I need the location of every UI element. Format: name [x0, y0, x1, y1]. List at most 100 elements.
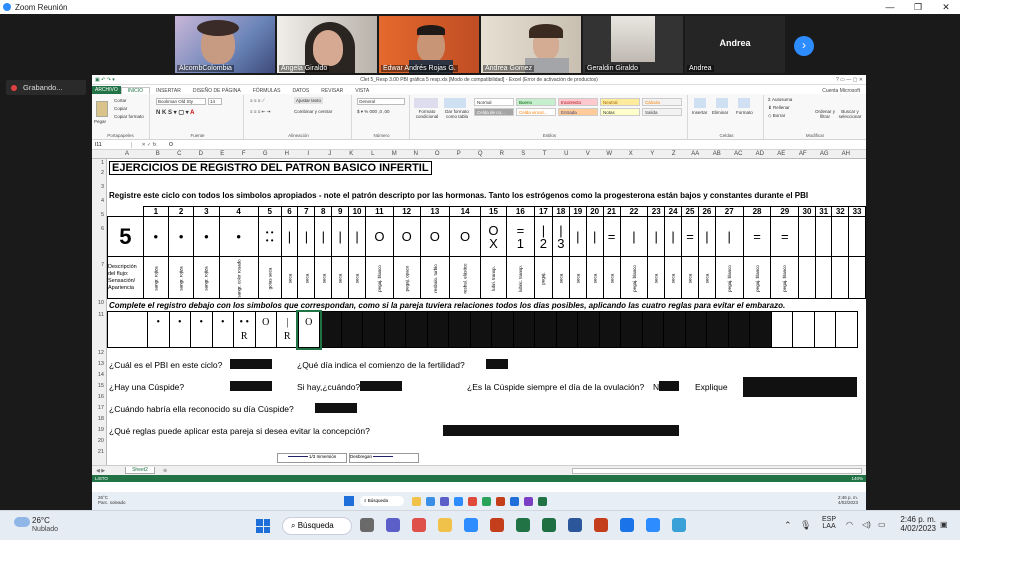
symbol-cell[interactable]: •: [193, 216, 220, 257]
answer-cell[interactable]: [512, 311, 535, 348]
symbol-cell[interactable]: •: [142, 216, 169, 257]
symbol-cell[interactable]: | 2: [533, 216, 553, 257]
description-cell[interactable]: sangr. rojiza: [167, 256, 195, 299]
day-number[interactable]: 28: [742, 206, 772, 217]
description-cell[interactable]: lubri. transp.: [480, 256, 507, 299]
description-cell[interactable]: gotas seca: [257, 256, 282, 299]
autosum-button[interactable]: Σ Autosuma: [768, 97, 792, 102]
symbol-cell[interactable]: =: [742, 216, 772, 257]
answer-cell[interactable]: [448, 311, 471, 348]
question-peak-ovulation[interactable]: ¿Es la Cúspide siempre el día de la ovul…: [467, 382, 644, 392]
column-header[interactable]: AF: [792, 151, 814, 157]
app-icon[interactable]: [490, 518, 504, 532]
answer-cell[interactable]: • • R: [233, 311, 256, 348]
symbol-cell[interactable]: [814, 216, 833, 257]
style-linked[interactable]: Celda vincul...: [516, 108, 556, 116]
answer-cell[interactable]: O: [254, 311, 277, 348]
participant-tile[interactable]: Edwar Andrés Rojas G.: [379, 16, 479, 73]
weather-temp[interactable]: 26°C: [32, 516, 50, 525]
row-header[interactable]: 4: [101, 198, 104, 204]
column-header[interactable]: H: [276, 151, 298, 157]
description-cell[interactable]: seca: [664, 256, 683, 299]
question-peak[interactable]: ¿Hay una Cúspide?: [109, 382, 184, 392]
description-cell[interactable]: sangr. rojiza: [142, 256, 169, 299]
column-header[interactable]: E: [212, 151, 234, 157]
answer-cell[interactable]: [383, 311, 406, 348]
row-header[interactable]: 11: [98, 312, 104, 318]
column-header[interactable]: X: [620, 151, 642, 157]
description-cell[interactable]: seca: [297, 256, 316, 299]
day-number[interactable]: 13: [419, 206, 451, 217]
close-icon[interactable]: ✕: [932, 2, 960, 13]
merge-center-button[interactable]: Combinar y centrar: [294, 109, 332, 114]
symbol-cell[interactable]: O: [419, 216, 451, 257]
column-header[interactable]: C: [169, 151, 191, 157]
style-note[interactable]: Notas: [600, 108, 640, 116]
volume-icon[interactable]: ◁): [862, 520, 871, 529]
question-rules[interactable]: ¿Qué reglas puede aplicar esta pareja si…: [109, 426, 370, 436]
symbol-cell[interactable]: = 1: [505, 216, 535, 257]
question-pbi[interactable]: ¿Cuál es el PBI en este ciclo?: [109, 360, 222, 370]
answer-cell[interactable]: [770, 311, 793, 348]
cut-button[interactable]: Cortar: [114, 98, 127, 103]
conditional-format-icon[interactable]: [414, 98, 438, 108]
column-header[interactable]: T: [534, 151, 556, 157]
participant-tile[interactable]: Andrea Gomez: [481, 16, 581, 73]
format-painter-button[interactable]: Copiar formato: [114, 114, 144, 119]
inner-weather[interactable]: 26°C Parc. soleado: [98, 495, 126, 505]
cell[interactable]: [108, 207, 144, 217]
answer-cell[interactable]: [684, 311, 707, 348]
row-header[interactable]: 20: [98, 438, 104, 444]
day-number[interactable]: 5: [257, 206, 282, 217]
description-cell[interactable]: seca: [681, 256, 699, 299]
symbol-cell[interactable]: • • • •: [257, 216, 282, 257]
description-cell[interactable]: seca: [568, 256, 587, 299]
column-header[interactable]: F: [233, 151, 255, 157]
sheet-heading[interactable]: EJERCICIOS DE REGISTRO DEL PATRON BASICO…: [109, 161, 432, 175]
day-number[interactable]: 10: [348, 206, 366, 217]
participant-tile[interactable]: AlcombColombia: [175, 16, 275, 73]
battery-icon[interactable]: ▭: [878, 520, 886, 529]
day-number[interactable]: 33: [848, 206, 866, 217]
delete-button[interactable]: Eliminar: [712, 110, 728, 115]
column-header[interactable]: AC: [728, 151, 750, 157]
symbol-cell[interactable]: |: [280, 216, 299, 257]
description-cell[interactable]: pegaj. blanco: [619, 256, 649, 299]
tray-chevron-icon[interactable]: ⌃: [784, 520, 792, 531]
instruction-2[interactable]: Complete el registro debajo con los simb…: [109, 301, 785, 310]
answer-cell[interactable]: [534, 311, 557, 348]
bold-italic-underline[interactable]: N K S ▾ ▢ ▾ A: [156, 109, 194, 116]
day-number[interactable]: 3: [193, 206, 220, 217]
column-header[interactable]: U: [556, 151, 578, 157]
paste-icon[interactable]: [96, 101, 108, 117]
app-icon[interactable]: [672, 518, 686, 532]
participant-tile[interactable]: Andrea Andrea: [685, 16, 785, 73]
symbol-cell[interactable]: O X: [480, 216, 507, 257]
column-header[interactable]: W: [599, 151, 621, 157]
description-cell[interactable]: seca: [697, 256, 716, 299]
style-calc[interactable]: Cálculo: [642, 98, 682, 106]
row-header[interactable]: 16: [98, 394, 104, 400]
description-cell[interactable]: pegaj. blanco: [742, 256, 772, 299]
find-select-button[interactable]: Buscar y seleccionar: [838, 109, 862, 119]
symbol-cell[interactable]: [848, 216, 866, 257]
symbol-cell[interactable]: =: [602, 216, 621, 257]
chrome-icon[interactable]: [620, 518, 634, 532]
style-check[interactable]: Celda de co...: [474, 108, 514, 116]
answer-cell[interactable]: [469, 311, 492, 348]
style-input[interactable]: Entrada: [558, 108, 598, 116]
answer-cell[interactable]: [340, 311, 363, 348]
description-cell[interactable]: seca: [647, 256, 666, 299]
day-number[interactable]: 32: [831, 206, 850, 217]
zoom-icon[interactable]: [464, 518, 478, 532]
tab-inicio[interactable]: INICIO: [120, 87, 151, 94]
sort-filter-button[interactable]: Ordenar y filtrar: [814, 109, 836, 119]
description-cell[interactable]: pegaj. blanco: [770, 256, 800, 299]
column-header[interactable]: AE: [771, 151, 793, 157]
chevron-right-icon[interactable]: ›: [794, 36, 814, 56]
excel-window-controls[interactable]: ? ▭ — ▢ ✕: [816, 77, 866, 83]
description-cell[interactable]: seca: [585, 256, 604, 299]
answer-cell[interactable]: [555, 311, 578, 348]
column-header[interactable]: K: [341, 151, 363, 157]
worksheet[interactable]: EJERCICIOS DE REGISTRO DEL PATRON BASICO…: [107, 159, 866, 465]
